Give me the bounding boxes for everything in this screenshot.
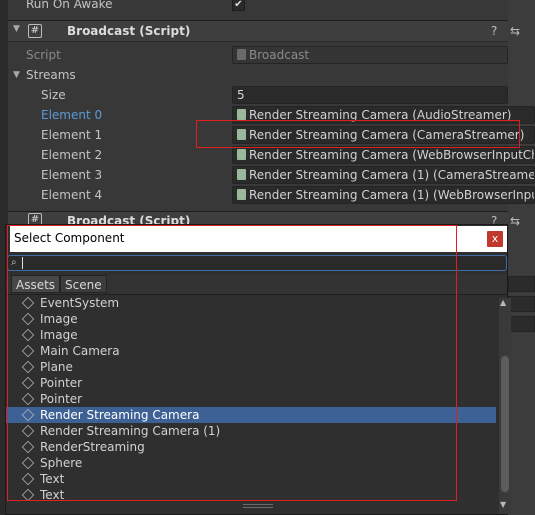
run-on-awake-checkbox[interactable]: ✔ — [232, 0, 245, 11]
right-panel-strip — [508, 0, 535, 515]
foldout-arrow-icon[interactable]: ▼ — [13, 24, 20, 34]
background-field — [508, 296, 535, 312]
element-1-label: Element 1 — [41, 128, 103, 142]
component-title: Broadcast (Script) — [67, 24, 191, 38]
check-icon: ✔ — [234, 0, 243, 10]
scrollbar-thumb[interactable] — [501, 356, 509, 492]
object-icon — [237, 109, 246, 120]
size-value: 5 — [237, 88, 245, 102]
element-1-highlight — [196, 120, 520, 148]
element-2-label: Element 2 — [41, 148, 103, 162]
settings-icon[interactable]: ⇆ — [510, 213, 520, 229]
streams-foldout-icon[interactable]: ▼ — [13, 70, 20, 80]
element-3-label: Element 3 — [41, 168, 103, 182]
script-file-icon — [237, 49, 246, 60]
size-field[interactable]: 5 — [232, 86, 508, 104]
close-button[interactable]: x — [487, 231, 503, 247]
object-icon — [237, 149, 246, 160]
element-4-value: Render Streaming Camera (1) (WebBrowserI… — [249, 188, 535, 202]
scroll-up-icon[interactable]: ▲ — [500, 298, 506, 307]
help-icon[interactable]: ? — [491, 23, 497, 39]
object-icon — [237, 189, 246, 200]
background-field — [508, 276, 535, 292]
element-0-label: Element 0 — [41, 108, 103, 122]
background-field — [508, 316, 535, 332]
list-scrollbar[interactable]: ▲ ▼ — [499, 298, 511, 514]
element-3-field[interactable]: Render Streaming Camera (1) (CameraStrea… — [232, 166, 535, 184]
resize-handle-icon[interactable] — [243, 507, 273, 508]
element-2-value: Render Streaming Camera (WebBrowserInput… — [249, 148, 535, 162]
script-label: Script — [26, 48, 61, 62]
resize-handle-icon[interactable] — [243, 504, 273, 505]
script-field: Broadcast — [232, 46, 508, 64]
element-4-label: Element 4 — [41, 188, 103, 202]
run-on-awake-label: Run On Awake — [26, 0, 113, 11]
script-icon: # — [28, 24, 42, 38]
element-3-value: Render Streaming Camera (1) (CameraStrea… — [249, 168, 535, 182]
size-label: Size — [41, 88, 66, 102]
settings-icon[interactable]: ⇆ — [510, 23, 520, 39]
scroll-down-icon[interactable]: ▼ — [500, 500, 506, 509]
streams-label: Streams — [26, 68, 76, 82]
element-4-field[interactable]: Render Streaming Camera (1) (WebBrowserI… — [232, 186, 535, 204]
element-2-field[interactable]: Render Streaming Camera (WebBrowserInput… — [232, 146, 535, 164]
object-icon — [237, 169, 246, 180]
script-value: Broadcast — [249, 48, 310, 62]
popup-highlight — [7, 225, 457, 501]
